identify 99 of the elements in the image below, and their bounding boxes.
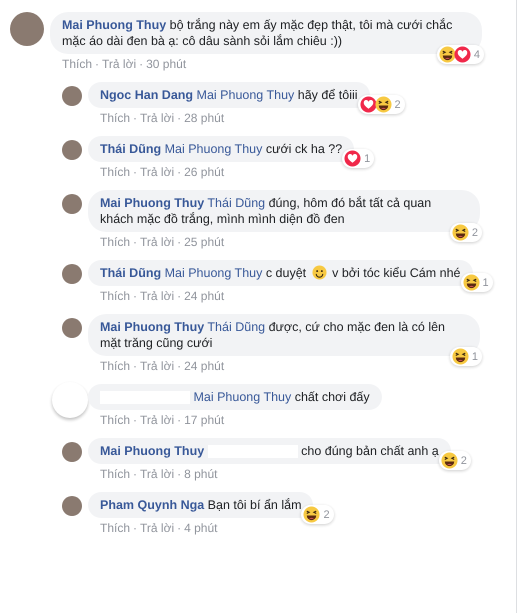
laughing-face-icon <box>462 274 480 291</box>
laughing-face-icon <box>374 96 392 113</box>
action-link[interactable]: Trả lời <box>140 111 174 125</box>
mention-link[interactable]: Mai Phuong Thuy <box>164 266 262 280</box>
action-link[interactable]: Trả lời <box>140 467 174 481</box>
reaction-summary[interactable]: 2 <box>438 451 471 470</box>
separator-dot: · <box>177 359 182 373</box>
action-link[interactable]: Thích <box>100 289 130 303</box>
timestamp: 17 phút <box>184 413 224 427</box>
laughing-face-icon <box>452 348 469 365</box>
reaction-count: 2 <box>460 454 467 468</box>
action-link[interactable]: Trả lời <box>140 235 174 249</box>
separator-dot: · <box>133 413 138 427</box>
action-link[interactable]: Thích <box>100 413 130 427</box>
separator-dot: · <box>133 289 138 303</box>
mention-link[interactable]: Thái Dũng <box>207 320 266 334</box>
comment-text: Mai Phuong Thuy cho đúng bản chất anh ạ <box>100 443 439 459</box>
separator-dot: · <box>177 165 182 179</box>
comment-text: Pham Quynh Nga Bạn tôi bí ẩn lắm <box>100 497 302 513</box>
reaction-count: 2 <box>472 226 478 240</box>
timestamp: 24 phút <box>184 289 224 303</box>
avatar-placeholder[interactable] <box>62 442 82 462</box>
mention-link[interactable]: Thái Dũng <box>207 196 266 210</box>
separator-dot: · <box>139 57 144 71</box>
separator-dot: · <box>177 467 182 481</box>
reaction-count: 4 <box>474 48 480 62</box>
separator-dot: · <box>177 289 182 303</box>
reaction-summary[interactable]: 2 <box>358 95 405 114</box>
separator-dot: · <box>133 521 138 535</box>
timestamp: 25 phút <box>184 235 224 249</box>
action-link[interactable]: Trả lời <box>140 413 174 427</box>
laughing-face-icon <box>438 46 456 63</box>
comment-text: Mai Phuong Thuy Thái Dũng được, cứ cho mặc đen là có lên mặt trăng cũng cưới <box>100 319 446 351</box>
reaction-summary[interactable]: 1 <box>342 149 374 168</box>
avatar-placeholder[interactable] <box>62 140 82 160</box>
separator-dot: · <box>133 165 138 179</box>
timestamp: 26 phút <box>184 165 224 179</box>
timestamp: 28 phút <box>184 111 224 125</box>
action-link[interactable]: Thích <box>100 521 130 535</box>
timestamp: 4 phút <box>184 521 218 535</box>
action-link[interactable]: Trả lời <box>140 165 174 179</box>
timestamp: 8 phút <box>184 467 218 481</box>
mention-link[interactable]: Mai Phuong Thuy <box>164 142 262 156</box>
reaction-summary[interactable]: 4 <box>436 45 484 64</box>
action-link[interactable]: Thích <box>62 57 92 71</box>
reaction-summary[interactable]: 1 <box>450 347 482 366</box>
separator-dot: · <box>177 235 182 249</box>
author-name[interactable]: Mai Phuong Thuy <box>100 320 204 334</box>
action-link[interactable]: Trả lời <box>140 359 174 373</box>
reaction-count: 2 <box>394 98 401 112</box>
author-name[interactable]: Mai Phuong Thuy <box>100 196 204 210</box>
reaction-count: 1 <box>364 152 370 166</box>
reaction-summary[interactable]: 1 <box>460 273 493 292</box>
reaction-count: 1 <box>472 350 478 364</box>
avatar-placeholder[interactable] <box>62 318 82 338</box>
avatar-placeholder[interactable] <box>10 12 44 46</box>
author-name[interactable]: Thái Dũng <box>100 266 162 280</box>
mention-link[interactable]: Mai Phuong Thuy <box>193 390 292 404</box>
smiley-icon <box>312 265 327 280</box>
comment-text: Thái Dũng Mai Phuong Thuy cưới ck ha ?? <box>100 141 342 157</box>
action-link[interactable]: Thích <box>100 111 130 125</box>
separator-dot: · <box>95 57 100 71</box>
action-link[interactable]: Trả lời <box>102 57 136 71</box>
separator-dot: · <box>133 111 138 125</box>
mention-link[interactable]: Mai Phuong Thuy <box>196 88 294 102</box>
comment-text: Ngoc Han Dang Mai Phuong Thuy hãy để tôiii <box>100 87 358 103</box>
author-name[interactable]: Thái Dũng <box>100 142 162 156</box>
reaction-count: 1 <box>482 276 489 290</box>
separator-dot: · <box>133 359 138 373</box>
action-link[interactable]: Thích <box>100 235 130 249</box>
author-name[interactable]: Mai Phuong Thuy <box>62 18 166 32</box>
laughing-face-icon <box>303 506 320 523</box>
reaction-summary[interactable]: 2 <box>301 505 334 524</box>
action-link[interactable]: Thích <box>100 359 130 373</box>
avatar-placeholder[interactable] <box>62 496 82 516</box>
author-name[interactable]: Mai Phuong Thuy <box>100 444 204 458</box>
timestamp: 24 phút <box>184 359 224 373</box>
avatar-placeholder[interactable] <box>62 194 82 214</box>
timestamp: 30 phút <box>146 57 186 71</box>
reaction-summary[interactable]: 2 <box>450 223 482 242</box>
laughing-face-icon <box>452 224 469 241</box>
action-link[interactable]: Trả lời <box>140 521 174 535</box>
comment-text: Mai Phuong Thuy chất chơi đấy <box>100 389 370 405</box>
comment-text: Thái Dũng Mai Phuong Thuy c duyệt v bởi tóc kiểu Cám nhé <box>100 265 460 281</box>
action-link[interactable]: Thích <box>100 165 130 179</box>
separator-dot: · <box>133 467 138 481</box>
laughing-face-icon <box>440 452 458 469</box>
author-name[interactable]: Pham Quynh Nga <box>100 498 204 512</box>
comment-text: Mai Phuong Thuy Thái Dũng đúng, hôm đó bắt tất cả quan khách mặc đồ trắng, mình mình diện đồ đen <box>100 195 432 227</box>
author-name[interactable]: Ngoc Han Dang <box>100 88 194 102</box>
action-link[interactable]: Trả lời <box>140 289 174 303</box>
reaction-count: 2 <box>323 508 330 522</box>
separator-dot: · <box>177 521 182 535</box>
separator-dot: · <box>177 413 182 427</box>
action-link[interactable]: Thích <box>100 467 130 481</box>
avatar-placeholder[interactable] <box>62 264 82 284</box>
separator-dot: · <box>177 111 182 125</box>
separator-dot: · <box>133 235 138 249</box>
avatar-placeholder[interactable] <box>62 86 82 106</box>
